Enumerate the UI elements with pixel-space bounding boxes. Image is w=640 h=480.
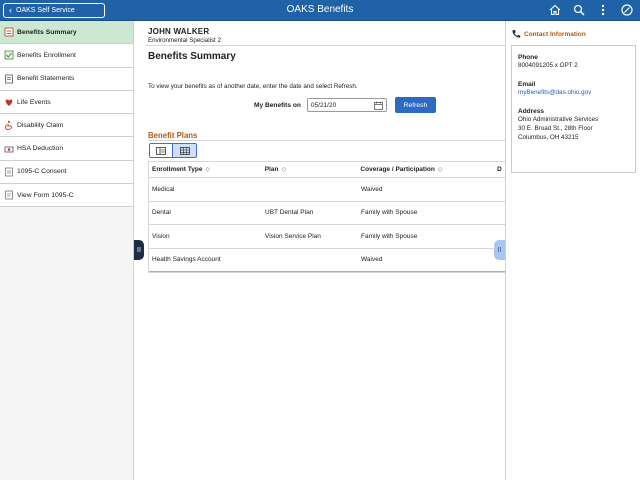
pause-bars-icon: II — [497, 246, 502, 254]
enrollment-icon — [3, 50, 14, 61]
calendar-icon[interactable] — [374, 101, 383, 110]
sidebar-item-disability-claim[interactable]: Disability Claim — [0, 114, 133, 138]
pause-bars-icon: II — [137, 246, 141, 254]
date-row: My Benefits on 05/21/20 Refresh — [254, 97, 436, 113]
list-view-button[interactable] — [149, 143, 173, 158]
cell-plan: Vision Service Plan — [265, 232, 321, 240]
address-line: Columbus, OH 43215 — [518, 134, 579, 141]
grid-view-icon — [179, 146, 190, 155]
phone-label: Phone — [518, 54, 538, 61]
email-link[interactable]: myBenefits@das.ohio.gov — [518, 89, 629, 97]
grid-view-button[interactable] — [173, 143, 197, 158]
date-value: 05/21/20 — [310, 101, 337, 109]
sidebar-item-label: Life Events — [17, 98, 51, 106]
search-icon[interactable] — [572, 3, 586, 17]
table-row[interactable]: Dental UBT Dental Plan Family with Spous… — [149, 202, 505, 225]
top-banner: ‹ OAKS Self Service OAKS Benefits — [0, 0, 640, 21]
collapse-side-panel-handle[interactable]: II — [494, 240, 505, 260]
sort-icon: ◇ — [205, 167, 211, 173]
navbar-icon[interactable] — [620, 3, 634, 17]
sidebar-item-life-events[interactable]: Life Events — [0, 90, 133, 115]
home-icon[interactable] — [548, 3, 562, 17]
statements-icon — [3, 73, 14, 84]
form-icon — [3, 190, 14, 201]
column-header-enrollment-type[interactable]: Enrollment Type ◇ — [149, 166, 265, 173]
cell-enrollment-type: Vision — [152, 232, 170, 240]
page-title: Benefits Summary — [148, 51, 236, 62]
hsa-icon — [3, 143, 14, 154]
app-title: OAKS Benefits — [286, 4, 354, 15]
cell-plan: UBT Dental Plan — [265, 209, 314, 217]
sidebar-item-label: Benefit Statements — [17, 75, 75, 83]
cell-coverage: Waived — [361, 256, 383, 264]
employee-title: Environmental Specialist 2 — [148, 37, 221, 44]
benefit-plans-title: Benefit Plans — [148, 131, 198, 140]
summary-icon — [3, 27, 14, 38]
email-label: Email — [518, 81, 536, 88]
sort-icon: ◇ — [281, 167, 287, 173]
cell-coverage: Family with Spouse — [361, 209, 418, 217]
phone-value: 8004091205 x OPT 2 — [518, 62, 578, 69]
table-row[interactable]: Medical Waived — [149, 178, 505, 202]
employee-name: JOHN WALKER — [148, 27, 210, 36]
cell-enrollment-type: Health Savings Account — [152, 256, 221, 264]
sidebar-item-label: Benefits Summary — [17, 28, 77, 36]
main-content: JOHN WALKER Environmental Specialist 2 B… — [135, 21, 505, 480]
column-header-truncated[interactable]: D — [497, 166, 505, 173]
view-toggle — [149, 143, 197, 158]
cell-enrollment-type: Medical — [152, 185, 175, 193]
table-row[interactable]: Health Savings Account Waived — [149, 249, 505, 272]
list-view-icon — [156, 146, 166, 155]
disability-icon — [3, 120, 14, 131]
date-label: My Benefits on — [254, 101, 301, 109]
benefits-date-input[interactable]: 05/21/20 — [306, 98, 387, 112]
address-line: Ohio Administrative Services — [518, 116, 599, 123]
column-header-plan[interactable]: Plan ◇ — [265, 166, 361, 173]
sidebar-item-benefits-enrollment[interactable]: Benefits Enrollment — [0, 44, 133, 68]
more-vertical-icon[interactable] — [596, 3, 610, 17]
contact-panel: Contact Information Phone 8004091205 x O… — [505, 21, 640, 480]
sidebar: Benefits Summary Benefits Enrollment Ben… — [0, 21, 134, 480]
sidebar-item-label: Benefits Enrollment — [17, 51, 76, 59]
grid-header-row: Enrollment Type ◇ Plan ◇ Coverage / Partic… — [149, 162, 505, 178]
column-header-coverage[interactable]: Coverage / Participation ◇ — [360, 166, 497, 173]
sort-icon: ◇ — [437, 167, 443, 173]
life-events-icon — [3, 97, 14, 108]
sidebar-item-label: HSA Deduction — [17, 145, 64, 153]
sidebar-item-label: View Form 1095-C — [17, 191, 74, 199]
contact-title: Contact Information — [524, 30, 586, 38]
address-label: Address — [518, 108, 545, 115]
section-divider — [148, 140, 505, 141]
sidebar-item-view-form-1095c[interactable]: View Form 1095-C — [0, 184, 133, 208]
address-line: 30 E. Broad St., 28th Floor — [518, 125, 593, 132]
table-row[interactable]: Vision Vision Service Plan Family with S… — [149, 225, 505, 249]
sidebar-item-1095c-consent[interactable]: 1095-C Consent — [0, 160, 133, 185]
sidebar-item-benefits-summary[interactable]: Benefits Summary — [0, 21, 133, 45]
instructions-text: To view your benefits as of another date… — [148, 83, 358, 90]
refresh-button[interactable]: Refresh — [394, 97, 436, 113]
sidebar-item-hsa-deduction[interactable]: HSA Deduction — [0, 137, 133, 161]
sidebar-item-label: Disability Claim — [17, 121, 64, 129]
employee-info: JOHN WALKER Environmental Specialist 2 — [148, 27, 221, 44]
consent-icon — [3, 166, 14, 177]
sidebar-item-benefit-statements[interactable]: Benefit Statements — [0, 67, 133, 91]
sidebar-item-label: 1095-C Consent — [17, 168, 67, 176]
cell-coverage: Family with Spouse — [361, 232, 418, 240]
cell-enrollment-type: Dental — [152, 209, 171, 217]
cell-coverage: Waived — [361, 185, 383, 193]
contact-header: Contact Information — [511, 29, 586, 39]
contact-box: Phone 8004091205 x OPT 2 Email myBenefit… — [511, 45, 636, 173]
header-divider — [145, 45, 505, 46]
benefit-plans-grid: Enrollment Type ◇ Plan ◇ Coverage / Partic… — [148, 161, 505, 273]
phone-icon — [512, 30, 521, 38]
collapse-sidebar-handle[interactable]: II — [134, 240, 144, 260]
